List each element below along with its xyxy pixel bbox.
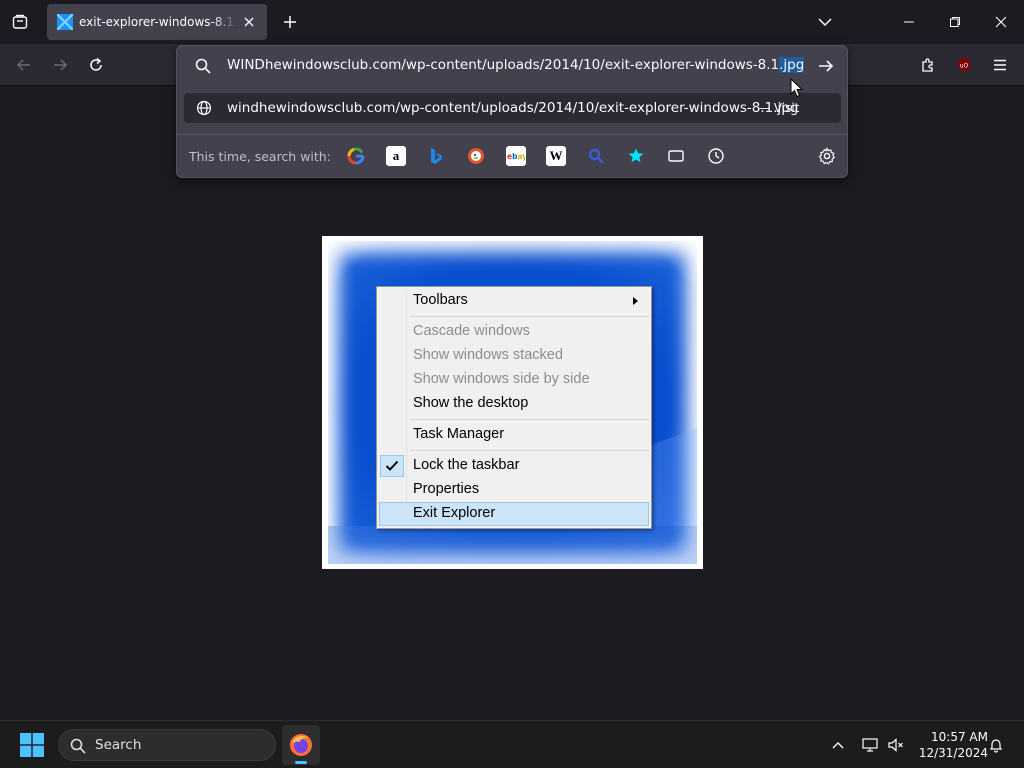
list-all-tabs-icon[interactable]	[8, 10, 32, 34]
show-hidden-icons-chevron-up-icon[interactable]	[828, 735, 848, 755]
hamburger-menu-icon[interactable]	[988, 53, 1012, 77]
search-settings-gear-icon[interactable]	[818, 146, 836, 165]
menu-separator	[410, 419, 649, 420]
taskbar-search-box[interactable]: Search	[58, 729, 276, 761]
menu-item-task-manager[interactable]: Task Manager	[379, 423, 649, 447]
windows-taskbar: Search 10:57 AM 12/31/2024	[0, 720, 1024, 768]
urlbar-selected-text: .jpg	[779, 57, 805, 73]
taskbar-search-placeholder: Search	[95, 737, 142, 753]
active-tab[interactable]: exit-explorer-windows-8.1.jpg (JPEG Imag…	[47, 4, 267, 40]
menu-separator	[410, 450, 649, 451]
menu-item-show-windows-stacked[interactable]: Show windows stacked	[379, 344, 649, 368]
running-indicator	[295, 761, 307, 764]
suggestion-action: — Visit	[758, 101, 800, 115]
wikipedia-icon[interactable]: W	[546, 146, 566, 166]
menu-item-toolbars[interactable]: Toolbars	[379, 289, 649, 313]
duckduckgo-icon[interactable]	[466, 146, 486, 166]
ebay-icon[interactable]: ebay	[506, 146, 526, 166]
submenu-arrow-icon	[633, 297, 638, 305]
url-suggestion-row[interactable]: windhewindowsclub.com/wp-content/uploads…	[184, 93, 841, 123]
restore-icon[interactable]	[943, 10, 967, 34]
go-arrow-icon[interactable]	[817, 57, 835, 75]
bookmarks-star-icon[interactable]	[626, 146, 646, 166]
menu-item-cascade-windows[interactable]: Cascade windows	[379, 320, 649, 344]
volume-muted-icon[interactable]	[886, 735, 906, 755]
firefox-icon	[290, 734, 312, 756]
extensions-puzzle-icon[interactable]	[916, 53, 940, 77]
search-icon	[194, 57, 212, 75]
tab-title: exit-explorer-windows-8.1.jpg (JPEG Imag…	[79, 15, 237, 29]
taskbar-firefox-button[interactable]	[282, 725, 320, 765]
suggestion-url: windhewindowsclub.com/wp-content/uploads…	[227, 100, 799, 116]
system-clock[interactable]: 10:57 AM 12/31/2024	[912, 729, 988, 761]
search-icon	[69, 737, 87, 755]
search-engine-icon[interactable]	[586, 146, 606, 166]
clock-date: 12/31/2024	[918, 746, 988, 760]
search-engines-bar: This time, search with: a ebay W	[177, 134, 847, 178]
new-tab-icon[interactable]	[280, 12, 300, 32]
network-icon[interactable]	[860, 735, 880, 755]
bing-icon[interactable]	[426, 146, 446, 166]
close-tab-icon[interactable]	[241, 14, 257, 30]
amazon-icon[interactable]: a	[386, 146, 406, 166]
taskbar-context-menu: Toolbars Cascade windows Show windows st…	[376, 286, 652, 529]
menu-separator	[410, 316, 649, 317]
history-clock-icon[interactable]	[706, 146, 726, 166]
menu-item-show-windows-side-by-side[interactable]: Show windows side by side	[379, 368, 649, 392]
svg-text:uO: uO	[960, 63, 969, 70]
menu-item-lock-the-taskbar[interactable]: Lock the taskbar	[379, 454, 649, 478]
tab-strip: exit-explorer-windows-8.1.jpg (JPEG Imag…	[0, 0, 1024, 44]
clock-time: 10:57 AM	[931, 730, 988, 744]
svg-text:ebay: ebay	[507, 152, 525, 161]
google-icon[interactable]	[346, 146, 366, 166]
tabs-menu-chevron-down-icon[interactable]	[815, 12, 835, 32]
checkmark-icon	[380, 455, 404, 477]
urlbar-input[interactable]: WINDhewindowsclub.com/wp-content/uploads…	[177, 46, 847, 86]
globe-icon	[196, 100, 212, 116]
menu-item-show-the-desktop[interactable]: Show the desktop	[379, 392, 649, 416]
menu-item-exit-explorer[interactable]: Exit Explorer	[379, 502, 649, 526]
menu-item-properties[interactable]: Properties	[379, 478, 649, 502]
image-favicon-icon	[57, 14, 73, 30]
notification-bell-icon[interactable]	[986, 735, 1006, 755]
close-window-icon[interactable]	[989, 10, 1013, 34]
search-with-label: This time, search with:	[189, 149, 331, 164]
reload-icon[interactable]	[84, 53, 108, 77]
minimize-icon[interactable]	[897, 10, 921, 34]
tabs-icon[interactable]	[666, 146, 686, 166]
mouse-cursor-icon	[790, 77, 804, 98]
urlbar-dropdown: WINDhewindowsclub.com/wp-content/uploads…	[176, 45, 848, 178]
forward-arrow-icon[interactable]	[48, 53, 72, 77]
back-arrow-icon[interactable]	[12, 53, 36, 77]
urlbar-text[interactable]: WINDhewindowsclub.com/wp-content/uploads…	[227, 57, 805, 73]
ublock-origin-icon[interactable]: uO	[952, 53, 976, 77]
windows-start-icon[interactable]	[20, 733, 44, 757]
